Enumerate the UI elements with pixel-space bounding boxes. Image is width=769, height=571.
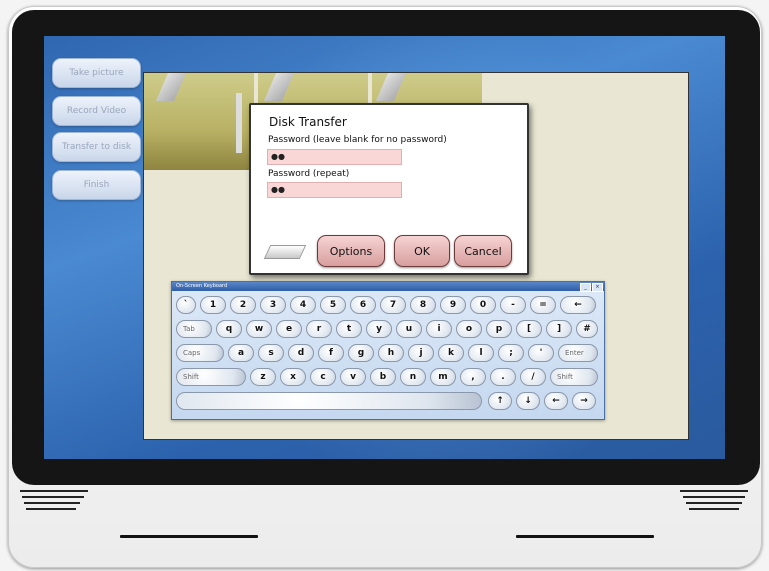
transfer-to-disk-button[interactable]: Transfer to disk (52, 132, 141, 162)
key[interactable]: 1 (200, 296, 226, 314)
key[interactable]: x (280, 368, 306, 386)
key[interactable]: f (318, 344, 344, 362)
speaker-grille-left (22, 496, 84, 498)
options-button[interactable]: Options (317, 235, 385, 267)
key[interactable]: p (486, 320, 512, 338)
key[interactable]: = (530, 296, 556, 314)
key[interactable]: 7 (380, 296, 406, 314)
key[interactable]: c (310, 368, 336, 386)
key[interactable]: 3 (260, 296, 286, 314)
thumbnail-1[interactable] (144, 73, 254, 170)
speaker-grille-left (20, 490, 88, 492)
keyboard-title-bar: On-Screen Keyboard (172, 282, 604, 291)
key[interactable]: a (228, 344, 254, 362)
speaker-grille-right (686, 502, 742, 504)
key[interactable]: s (258, 344, 284, 362)
key[interactable]: i (426, 320, 452, 338)
key[interactable]: 6 (350, 296, 376, 314)
screen: Take picture Record Video Transfer to di… (44, 36, 725, 459)
speaker-grille-right (680, 490, 748, 492)
on-screen-keyboard: On-Screen Keyboard _ × ` 1 2 3 4 5 6 7 8… (171, 281, 605, 420)
device-slot-right (516, 535, 654, 538)
tab-key[interactable]: Tab (176, 320, 212, 338)
key[interactable]: 5 (320, 296, 346, 314)
keyboard-row-number: ` 1 2 3 4 5 6 7 8 9 0 - = ← (172, 296, 604, 316)
thumbnail-photo-detail (264, 73, 294, 101)
keyboard-minimize-button[interactable]: _ (580, 283, 591, 292)
password-repeat-label: Password (repeat) (268, 169, 350, 179)
key[interactable]: 2 (230, 296, 256, 314)
key[interactable]: ] (546, 320, 572, 338)
arrow-right-key[interactable]: → (572, 392, 596, 410)
key[interactable]: 0 (470, 296, 496, 314)
main-panel: Disk Transfer Password (leave blank for … (143, 72, 689, 440)
record-video-button[interactable]: Record Video (52, 96, 141, 126)
space-key[interactable] (176, 392, 482, 410)
key[interactable]: u (396, 320, 422, 338)
speaker-grille-right (689, 508, 739, 510)
key[interactable]: t (336, 320, 362, 338)
key[interactable]: m (430, 368, 456, 386)
arrow-up-key[interactable]: ↑ (488, 392, 512, 410)
finish-button[interactable]: Finish (52, 170, 141, 200)
key[interactable]: - (500, 296, 526, 314)
key[interactable]: k (438, 344, 464, 362)
arrow-down-key[interactable]: ↓ (516, 392, 540, 410)
key[interactable]: 8 (410, 296, 436, 314)
shift-key-right[interactable]: Shift (550, 368, 598, 386)
key[interactable]: ; (498, 344, 524, 362)
speaker-grille-right (683, 496, 745, 498)
keyboard-row-home: Caps a s d f g h j k l ; ' Enter (172, 344, 604, 364)
keyboard-row-space: ↑ ↓ ← → (172, 392, 604, 412)
key[interactable]: 9 (440, 296, 466, 314)
take-picture-button[interactable]: Take picture (52, 58, 141, 88)
key[interactable]: # (576, 320, 598, 338)
password-label: Password (leave blank for no password) (268, 135, 447, 145)
key[interactable]: w (246, 320, 272, 338)
device-slot-left (120, 535, 258, 538)
thumbnail-photo-detail (376, 73, 406, 101)
key[interactable]: ` (176, 296, 196, 314)
arrow-left-key[interactable]: ← (544, 392, 568, 410)
cancel-button[interactable]: Cancel (454, 235, 512, 267)
key[interactable]: v (340, 368, 366, 386)
speaker-grille-left (24, 502, 80, 504)
key[interactable]: n (400, 368, 426, 386)
keyboard-row-bottom: Shift z x c v b n m , . / Shift (172, 368, 604, 388)
key[interactable]: o (456, 320, 482, 338)
key[interactable]: ' (528, 344, 554, 362)
key[interactable]: / (520, 368, 546, 386)
keyboard-close-button[interactable]: × (592, 283, 603, 292)
speaker-grille-left (26, 508, 76, 510)
enter-key[interactable]: Enter (558, 344, 598, 362)
key[interactable]: l (468, 344, 494, 362)
dialog-title: Disk Transfer (269, 115, 347, 129)
key[interactable]: e (276, 320, 302, 338)
key[interactable]: r (306, 320, 332, 338)
thumbnail-photo-detail (236, 93, 242, 153)
key[interactable]: [ (516, 320, 542, 338)
keyboard-row-top: Tab q w e r t y u i o p [ ] # (172, 320, 604, 340)
key[interactable]: q (216, 320, 242, 338)
caps-lock-key[interactable]: Caps (176, 344, 224, 362)
thumbnail-photo-detail (156, 73, 186, 101)
disk-transfer-dialog: Disk Transfer Password (leave blank for … (249, 103, 529, 275)
password-field[interactable]: ●● (267, 149, 402, 165)
shift-key-left[interactable]: Shift (176, 368, 246, 386)
key[interactable]: g (348, 344, 374, 362)
key[interactable]: , (460, 368, 486, 386)
keyboard-icon[interactable] (263, 245, 307, 259)
key[interactable]: j (408, 344, 434, 362)
key[interactable]: . (490, 368, 516, 386)
key[interactable]: z (250, 368, 276, 386)
key[interactable]: b (370, 368, 396, 386)
ok-button[interactable]: OK (394, 235, 450, 267)
key[interactable]: h (378, 344, 404, 362)
key[interactable]: y (366, 320, 392, 338)
backspace-key[interactable]: ← (560, 296, 596, 314)
password-repeat-field[interactable]: ●● (267, 182, 402, 198)
key[interactable]: d (288, 344, 314, 362)
key[interactable]: 4 (290, 296, 316, 314)
